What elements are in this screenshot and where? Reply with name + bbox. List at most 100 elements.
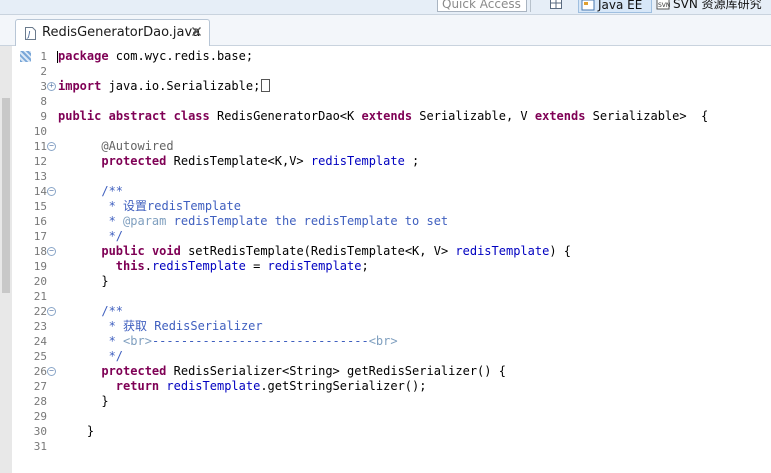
code-token: public	[58, 109, 102, 123]
svn-icon: SVN	[656, 0, 670, 10]
left-scrollbar[interactable]	[0, 46, 12, 473]
quick-access-input[interactable]: Quick Access	[437, 0, 527, 12]
code-token: java.io.Serializable;	[101, 79, 261, 93]
code-line[interactable]: package com.wyc.redis.base;	[57, 49, 771, 64]
code-token: redisTemplate	[455, 244, 550, 258]
code-token: return	[115, 379, 160, 393]
gutter-row: 10	[33, 124, 57, 139]
code-line[interactable]: * @param redisTemplate the redisTemplate…	[57, 214, 771, 229]
code-line[interactable]: }	[57, 274, 771, 289]
code-token: <br>	[123, 334, 152, 348]
open-perspective-icon[interactable]	[550, 0, 562, 9]
code-area[interactable]: package com.wyc.redis.base; import java.i…	[57, 46, 771, 473]
code-token: */	[58, 229, 124, 243]
code-token: ;	[361, 259, 369, 273]
gutter-row: 12	[33, 154, 57, 169]
code-token: *	[58, 334, 124, 348]
code-token: extends	[361, 109, 413, 123]
code-line[interactable]: }	[57, 424, 771, 439]
code-line[interactable]: * 获取 RedisSerializer	[57, 319, 771, 334]
code-token: <br>	[368, 334, 398, 348]
code-token: public	[101, 244, 145, 258]
code-line[interactable]	[57, 124, 771, 139]
code-token: @param	[123, 214, 167, 228]
collapse-fold-icon[interactable]: −	[47, 367, 56, 376]
code-token: ) {	[549, 244, 572, 258]
code-line[interactable]: protected RedisSerializer<String> getRed…	[57, 364, 771, 379]
code-line[interactable]: /**	[57, 304, 771, 319]
code-line[interactable]: this.redisTemplate = redisTemplate;	[57, 259, 771, 274]
line-number: 13	[33, 170, 47, 183]
svg-text:SVN: SVN	[658, 2, 670, 9]
editor-tab-redisgeneratordao[interactable]: J RedisGeneratorDao.java	[15, 19, 210, 46]
code-line[interactable]	[57, 439, 771, 454]
code-line[interactable]: protected RedisTemplate<K,V> redisTempla…	[57, 154, 771, 169]
close-icon[interactable]	[191, 26, 202, 37]
gutter-row: 28	[33, 394, 57, 409]
code-token: *	[58, 214, 124, 228]
collapse-fold-icon[interactable]: −	[47, 187, 56, 196]
text-cursor	[57, 51, 58, 63]
code-token: abstract	[108, 109, 167, 123]
code-line[interactable]	[57, 409, 771, 424]
code-text: package com.wyc.redis.base;	[58, 49, 253, 64]
code-line[interactable]: */	[57, 229, 771, 244]
gutter-row: 8	[33, 94, 57, 109]
main-toolbar: Quick Access Java EE SVN SVN 资源库研究	[0, 0, 771, 15]
code-text: this.redisTemplate = redisTemplate;	[58, 259, 369, 274]
code-token: import	[58, 79, 102, 93]
code-line[interactable]: import java.io.Serializable;	[57, 79, 771, 94]
code-editor[interactable]: 1 2 3 +8 9 10 11−12 13 14−15 16 17 18−19 20 21 22−23 24…	[0, 46, 771, 473]
perspective-svn[interactable]: SVN SVN 资源库研究	[656, 0, 771, 13]
code-line[interactable]: return redisTemplate.getStringSerializer…	[57, 379, 771, 394]
code-text: public void setRedisTemplate(RedisTempla…	[58, 244, 571, 259]
gutter-row: 13	[33, 169, 57, 184]
code-line[interactable]: * <br>------------------------------<br>	[57, 334, 771, 349]
code-line[interactable]: public abstract class RedisGeneratorDao<…	[57, 109, 771, 124]
code-line[interactable]	[57, 64, 771, 79]
collapse-fold-icon[interactable]: −	[47, 307, 56, 316]
line-number: 2	[40, 65, 47, 78]
gutter-row: 31	[33, 439, 57, 454]
code-token: =	[245, 259, 268, 273]
code-text: /**	[58, 184, 123, 199]
java-ee-icon	[581, 0, 595, 11]
code-token: protected	[101, 364, 167, 378]
perspective-java-ee[interactable]: Java EE	[578, 0, 652, 13]
code-line[interactable]: @Autowired	[57, 139, 771, 154]
gutter-row: 27	[33, 379, 57, 394]
gutter-row: 19	[33, 259, 57, 274]
code-line[interactable]	[57, 289, 771, 304]
collapse-fold-icon[interactable]: −	[47, 247, 56, 256]
code-token: }	[58, 274, 109, 288]
scrollbar-thumb[interactable]	[2, 98, 10, 293]
code-line[interactable]: * 设置redisTemplate	[57, 199, 771, 214]
collapse-fold-icon[interactable]: −	[47, 142, 56, 151]
code-line[interactable]: */	[57, 349, 771, 364]
code-token: com.wyc.redis.base;	[108, 49, 254, 63]
folded-region-box[interactable]	[261, 79, 271, 92]
line-number: 23	[33, 320, 47, 333]
gutter-row: 21	[33, 289, 57, 304]
line-number: 20	[33, 275, 47, 288]
code-text: }	[58, 274, 109, 289]
perspective-label: Java EE	[598, 0, 643, 12]
line-number: 14	[33, 185, 47, 198]
gutter-row: 11−	[33, 139, 57, 154]
code-token: .	[144, 259, 152, 273]
line-number: 17	[33, 230, 47, 243]
gutter-row: 17	[33, 229, 57, 244]
code-line[interactable]: /**	[57, 184, 771, 199]
expand-fold-icon[interactable]: +	[47, 82, 56, 91]
code-line[interactable]	[57, 94, 771, 109]
code-line[interactable]: }	[57, 394, 771, 409]
code-line[interactable]: public void setRedisTemplate(RedisTempla…	[57, 244, 771, 259]
code-token: class	[173, 109, 210, 123]
line-number: 25	[33, 350, 47, 363]
code-line[interactable]	[57, 169, 771, 184]
line-number: 22	[33, 305, 47, 318]
